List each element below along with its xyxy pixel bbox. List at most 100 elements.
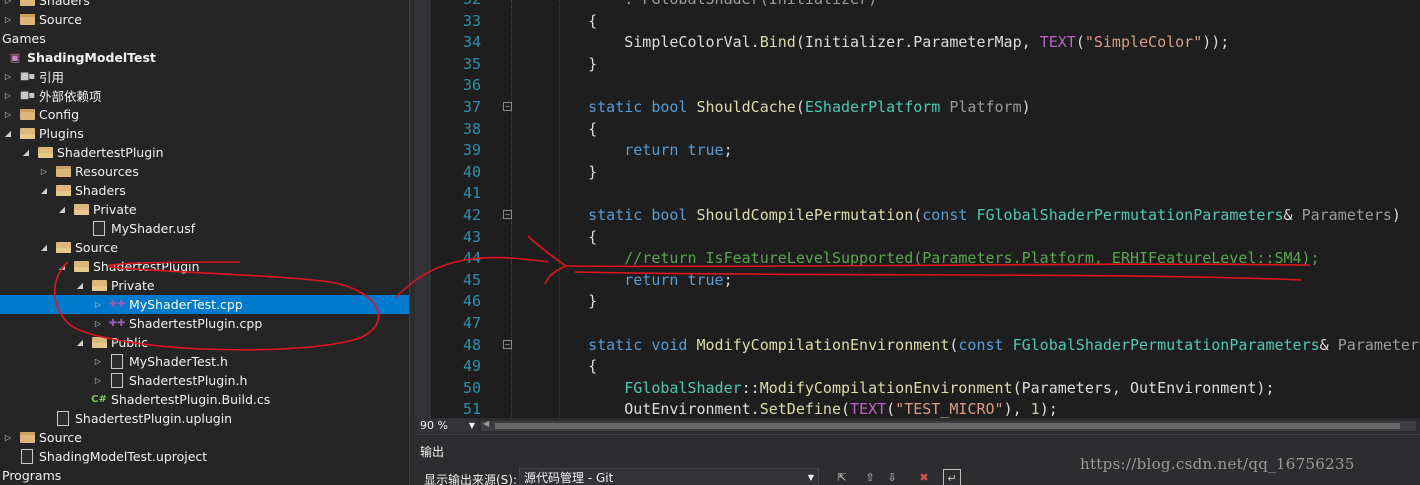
file-icon: [109, 355, 125, 369]
code-line[interactable]: 51 OutEnvironment.SetDefine(TEXT("TEST_M…: [415, 399, 1420, 418]
output-source-dropdown[interactable]: 源代码管理 - Git ▼: [519, 468, 819, 485]
code-line[interactable]: 39 return true;: [415, 140, 1420, 162]
code-line[interactable]: 48 − static void ModifyCompilationEnviron…: [415, 335, 1420, 357]
collapse-arrow-icon[interactable]: ◢: [20, 147, 32, 159]
clear-all-icon[interactable]: ✖: [915, 469, 933, 485]
collapse-arrow-icon[interactable]: ◢: [56, 204, 68, 216]
expand-arrow-icon[interactable]: ▷: [2, 90, 14, 102]
tree-item[interactable]: ShadertestPlugin.uplugin: [0, 409, 409, 428]
code-token: "SimpleColor": [1084, 33, 1203, 52]
tree-item[interactable]: ▷ MyShaderTest.h: [0, 352, 409, 371]
code-line[interactable]: 40 }: [415, 162, 1420, 184]
tree-item[interactable]: ▷ ✚✚ MyShaderTest.cpp: [0, 295, 409, 314]
tree-item[interactable]: Programs: [0, 466, 409, 485]
tree-item[interactable]: MyShader.usf: [0, 219, 409, 238]
code-token: (: [841, 400, 851, 418]
collapse-arrow-icon[interactable]: ◢: [2, 128, 14, 140]
code-line[interactable]: 47: [415, 313, 1420, 335]
code-text: FGlobalShader::ModifyCompilationEnvironm…: [552, 378, 1274, 400]
tree-item[interactable]: ◢ Public: [0, 333, 409, 352]
code-token: Platform: [940, 98, 1022, 116]
code-line[interactable]: 50 FGlobalShader::ModifyCompilationEnvir…: [415, 378, 1420, 400]
collapse-arrow-icon[interactable]: ◢: [74, 337, 86, 349]
code-line[interactable]: 34 SimpleColorVal.Bind(Initializer.Param…: [415, 32, 1420, 54]
collapse-arrow-icon[interactable]: ◢: [38, 185, 50, 197]
code-line[interactable]: 32 : FGlobalShader(Initializer): [415, 0, 1420, 11]
collapse-region-icon[interactable]: −: [503, 102, 512, 111]
find-previous-icon[interactable]: ⇧: [861, 469, 879, 485]
tree-item[interactable]: ▷ ■▪ 引用: [0, 67, 409, 86]
expand-arrow-icon[interactable]: ▷: [92, 299, 104, 311]
code-line[interactable]: 37 − static bool ShouldCache(EShaderPlatf…: [415, 97, 1420, 119]
code-line[interactable]: 38 {: [415, 119, 1420, 141]
tree-item[interactable]: Games: [0, 29, 409, 48]
expand-arrow-icon[interactable]: ▷: [38, 166, 50, 178]
scroll-left-icon[interactable]: ◀: [483, 419, 489, 428]
horizontal-scrollbar[interactable]: ◀: [481, 419, 1416, 431]
code-token: EShaderPlatform: [804, 98, 941, 116]
tree-item-label: ShadertestPlugin: [57, 145, 164, 160]
tree-item[interactable]: ◢ Source: [0, 238, 409, 257]
code-line[interactable]: 33 {: [415, 11, 1420, 33]
chevron-down-icon: ▼: [807, 473, 814, 482]
collapse-arrow-icon[interactable]: ◢: [74, 280, 86, 292]
expand-arrow-icon[interactable]: ▷: [92, 356, 104, 368]
collapse-region-icon[interactable]: −: [503, 339, 512, 349]
expand-arrow-icon[interactable]: ▷: [92, 318, 104, 330]
output-source-value: 源代码管理 - Git: [524, 471, 614, 485]
tree-item[interactable]: ◢ Private: [0, 200, 409, 219]
code-line[interactable]: 44 //return IsFeatureLevelSupported(Para…: [415, 248, 1420, 270]
code-text: {: [552, 227, 597, 249]
expand-arrow-icon[interactable]: ▷: [92, 375, 104, 387]
tree-item[interactable]: ◢ Private: [0, 276, 409, 295]
code-line[interactable]: 43 {: [415, 227, 1420, 249]
tree-item[interactable]: ▷ Source: [0, 428, 409, 447]
code-line[interactable]: 36: [415, 75, 1420, 97]
find-next-icon[interactable]: ⇩: [883, 469, 901, 485]
code-line[interactable]: 41: [415, 183, 1420, 205]
tree-item-label: Shaders: [75, 183, 126, 198]
tree-item-label: Config: [39, 107, 80, 122]
collapse-arrow-icon[interactable]: ◢: [56, 261, 68, 273]
word-wrap-icon[interactable]: ↵: [943, 469, 961, 485]
code-line[interactable]: 46 }: [415, 291, 1420, 313]
expand-arrow-icon[interactable]: ▷: [2, 109, 14, 121]
code-token: ;: [723, 141, 733, 160]
tree-item[interactable]: ◢ ShadertestPlugin: [0, 143, 409, 162]
solution-explorer: ▷ Shaders ▷ Source Games ▣ ShadingModelTest ▷ ■▪…: [0, 0, 409, 485]
code-line[interactable]: 45 return true;: [415, 270, 1420, 292]
tree-item[interactable]: ▷ ■▪ 外部依赖项: [0, 86, 409, 105]
tree-item[interactable]: ▷ Shaders: [0, 0, 409, 10]
zoom-dropdown[interactable]: 90 % ▼: [418, 419, 478, 433]
collapse-region-icon[interactable]: −: [503, 210, 512, 219]
code-line[interactable]: 42 − static bool ShouldCompilePermutation…: [415, 205, 1420, 227]
tree-item[interactable]: ◢ Shaders: [0, 181, 409, 200]
expand-arrow-icon[interactable]: ▷: [2, 71, 14, 83]
tree-item[interactable]: ▷ Source: [0, 10, 409, 29]
tree-item-label: Plugins: [39, 126, 84, 141]
tree-item[interactable]: C# ShadertestPlugin.Build.cs: [0, 390, 409, 409]
code-token: ),: [1003, 400, 1031, 418]
expand-arrow-icon[interactable]: ▷: [2, 432, 14, 444]
code-line[interactable]: 49 {: [415, 356, 1420, 378]
tree-item-label: Private: [111, 278, 155, 293]
tree-item[interactable]: ShadingModelTest.uproject: [0, 447, 409, 466]
code-editor[interactable]: 32 : FGlobalShader(Initializer)33 {34 Si…: [415, 0, 1420, 418]
scrollbar-thumb[interactable]: [495, 423, 1400, 429]
tree-item[interactable]: ▷ Config: [0, 105, 409, 124]
line-number: 44: [462, 249, 481, 268]
expand-arrow-icon[interactable]: ▷: [2, 0, 14, 7]
tree-item[interactable]: ◢ Plugins: [0, 124, 409, 143]
file-icon: [55, 412, 71, 426]
tree-item[interactable]: ▷ Resources: [0, 162, 409, 181]
goto-previous-icon[interactable]: ⇱: [833, 469, 851, 485]
code-token: );: [1039, 400, 1058, 418]
code-line[interactable]: 35 }: [415, 54, 1420, 76]
tree-item[interactable]: ▣ ShadingModelTest: [0, 48, 409, 67]
tree-item[interactable]: ▷ ✚✚ ShadertestPlugin.cpp: [0, 314, 409, 333]
tree-item[interactable]: ◢ ShadertestPlugin: [0, 257, 409, 276]
expand-arrow-icon[interactable]: ▷: [2, 14, 14, 26]
tree-item[interactable]: ▷ ShadertestPlugin.h: [0, 371, 409, 390]
code-token: &: [1319, 335, 1338, 354]
collapse-arrow-icon[interactable]: ◢: [38, 242, 50, 254]
